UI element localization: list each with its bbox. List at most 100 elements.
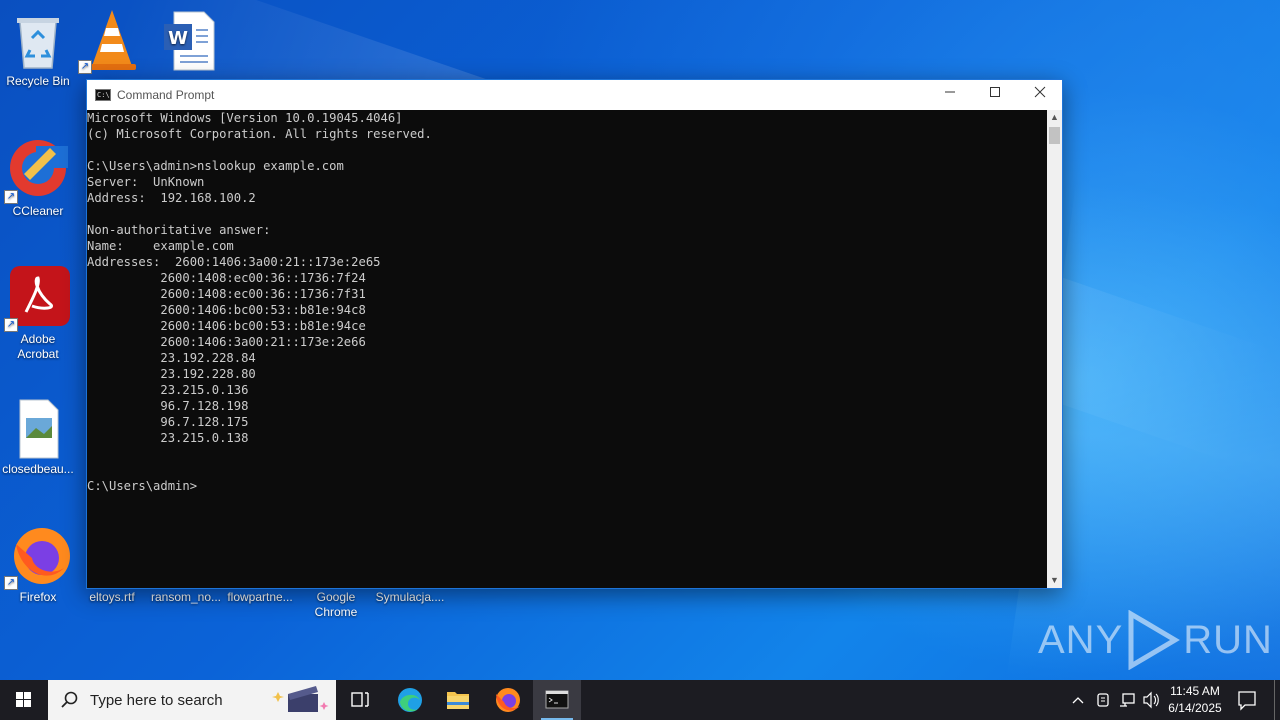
console-line: C:\Users\admin>nslookup example.com (87, 159, 344, 173)
shortcut-arrow-icon: ↗ (78, 60, 92, 74)
desktop-icon-word-doc[interactable]: W (148, 8, 224, 74)
search-icon (61, 691, 78, 708)
scroll-up-arrow-icon[interactable]: ▲ (1047, 110, 1062, 125)
console-line: 2600:1406:3a00:21::173e:2e66 (87, 335, 366, 349)
task-view-button[interactable] (336, 680, 384, 720)
console-line: Non-authoritative answer: (87, 223, 271, 237)
shortcut-arrow-icon: ↗ (4, 576, 18, 590)
folder-icon (447, 692, 469, 709)
console-line: 2600:1406:bc00:53::b81e:94ce (87, 319, 366, 333)
image-file-icon (6, 396, 70, 460)
desktop-icon-firefox[interactable]: ↗ Firefox (0, 524, 76, 605)
desktop-icon-recycle-bin[interactable]: Recycle Bin (0, 8, 76, 89)
console-line: 23.215.0.138 (87, 431, 249, 445)
adobe-acrobat-icon: ↗ (4, 266, 70, 332)
minimize-button[interactable] (927, 80, 973, 110)
task-view-icon (351, 692, 369, 707)
window-title: Command Prompt (117, 88, 215, 102)
firefox-icon (496, 688, 520, 712)
desktop-icon-vlc[interactable]: ↗ (74, 8, 150, 74)
watermark-left-text: ANY (1038, 617, 1124, 662)
console-line: 2600:1408:ec00:36::1736:7f31 (87, 287, 366, 301)
google-chrome-label: Google Chrome (314, 590, 358, 619)
taskbar-firefox-button[interactable] (484, 680, 532, 720)
console-line: Microsoft Windows [Version 10.0.19045.40… (87, 111, 403, 125)
console-line: Addresses: 2600:1406:3a00:21::173e:2e65 (87, 255, 381, 269)
console-line: 23.192.228.84 (87, 351, 256, 365)
volume-button[interactable] (1140, 680, 1162, 720)
play-triangle-icon (1128, 610, 1181, 670)
show-hidden-icons-button[interactable] (1068, 680, 1088, 720)
clock[interactable]: 11:45 AM 6/14/2025 (1160, 683, 1230, 717)
firefox-icon: ↗ (4, 524, 70, 590)
console-line: Server: UnKnown (87, 175, 205, 189)
desktop-icon-ccleaner[interactable]: ↗ CCleaner (0, 138, 76, 219)
ccleaner-label: CCleaner (12, 204, 64, 218)
chevron-up-icon (1072, 697, 1084, 704)
flowpartne-label: flowpartne... (227, 590, 293, 604)
console-line: Name: example.com (87, 239, 234, 253)
ccleaner-icon: ↗ (4, 138, 70, 204)
close-button[interactable] (1017, 80, 1063, 110)
taskbar-edge-button[interactable] (386, 680, 434, 720)
command-prompt-icon: C:\ (95, 89, 111, 101)
taskbar-search-box[interactable]: Type here to search (48, 680, 336, 720)
console-line: C:\Users\admin> (87, 479, 198, 493)
ransom-label: ransom_no... (150, 590, 222, 604)
network-button[interactable] (1116, 680, 1138, 720)
desktop: Recycle Bin ↗ CCleaner ↗ Adobe Acrobat c… (0, 0, 1280, 680)
console-line: 96.7.128.198 (87, 399, 249, 413)
command-prompt-window[interactable]: C:\ Command Prompt Microsoft Windows [Ve… (86, 79, 1063, 589)
shortcut-arrow-icon: ↗ (4, 318, 18, 332)
taskbar-command-prompt-button[interactable] (533, 680, 581, 720)
shortcut-arrow-icon: ↗ (4, 190, 18, 204)
recycle-bin-icon (6, 8, 70, 72)
clock-date: 6/14/2025 (1168, 701, 1222, 715)
maximize-button[interactable] (972, 80, 1018, 110)
window-titlebar[interactable]: C:\ Command Prompt (87, 80, 1062, 110)
taskbar: Type here to search 11:45 AM 6/14/2025 (0, 680, 1280, 720)
scroll-down-arrow-icon[interactable]: ▼ (1047, 573, 1062, 588)
network-icon (1120, 693, 1135, 707)
console-line: 96.7.128.175 (87, 415, 249, 429)
console-line: 23.215.0.136 (87, 383, 249, 397)
search-placeholder: Type here to search (90, 691, 223, 709)
search-highlight-clapperboard-icon (272, 686, 329, 712)
recycle-bin-label: Recycle Bin (6, 74, 70, 88)
symulacja-label: Symulacja.... (375, 590, 445, 604)
device-icon (1097, 693, 1109, 707)
command-prompt-icon (545, 690, 569, 709)
clock-time: 11:45 AM (1170, 684, 1220, 698)
console-line: Address: 192.168.100.2 (87, 191, 256, 205)
maximize-icon (990, 87, 1000, 97)
scroll-thumb[interactable] (1049, 127, 1060, 144)
minimize-icon (945, 91, 955, 93)
watermark-right-text: RUN (1183, 617, 1273, 662)
vlc-icon: ↗ (78, 8, 144, 74)
tray-device-icon[interactable] (1092, 680, 1114, 720)
console-line: 2600:1408:ec00:36::1736:7f24 (87, 271, 366, 285)
closedbeau-label: closedbeau... (2, 462, 74, 476)
eltoys-label: eltoys.rtf (89, 590, 135, 604)
console-output[interactable]: Microsoft Windows [Version 10.0.19045.40… (87, 110, 1047, 588)
desktop-icon-adobe-acrobat[interactable]: ↗ Adobe Acrobat (0, 266, 76, 362)
speaker-icon (1143, 691, 1159, 709)
show-desktop-button[interactable] (1274, 680, 1275, 720)
notifications-button[interactable] (1232, 680, 1262, 720)
console-line: 23.192.228.80 (87, 367, 256, 381)
taskbar-file-explorer-button[interactable] (434, 680, 482, 720)
desktop-icon-closedbeau[interactable]: closedbeau... (0, 396, 76, 477)
firefox-label: Firefox (19, 590, 57, 604)
windows-logo-icon (16, 692, 31, 707)
vertical-scrollbar[interactable]: ▲ ▼ (1047, 110, 1062, 588)
start-button[interactable] (0, 680, 48, 720)
adobe-acrobat-label: Adobe Acrobat (17, 332, 59, 361)
close-icon (1034, 86, 1046, 98)
svg-text:W: W (168, 28, 188, 49)
edge-icon (398, 688, 422, 712)
word-document-icon: W (154, 8, 218, 72)
